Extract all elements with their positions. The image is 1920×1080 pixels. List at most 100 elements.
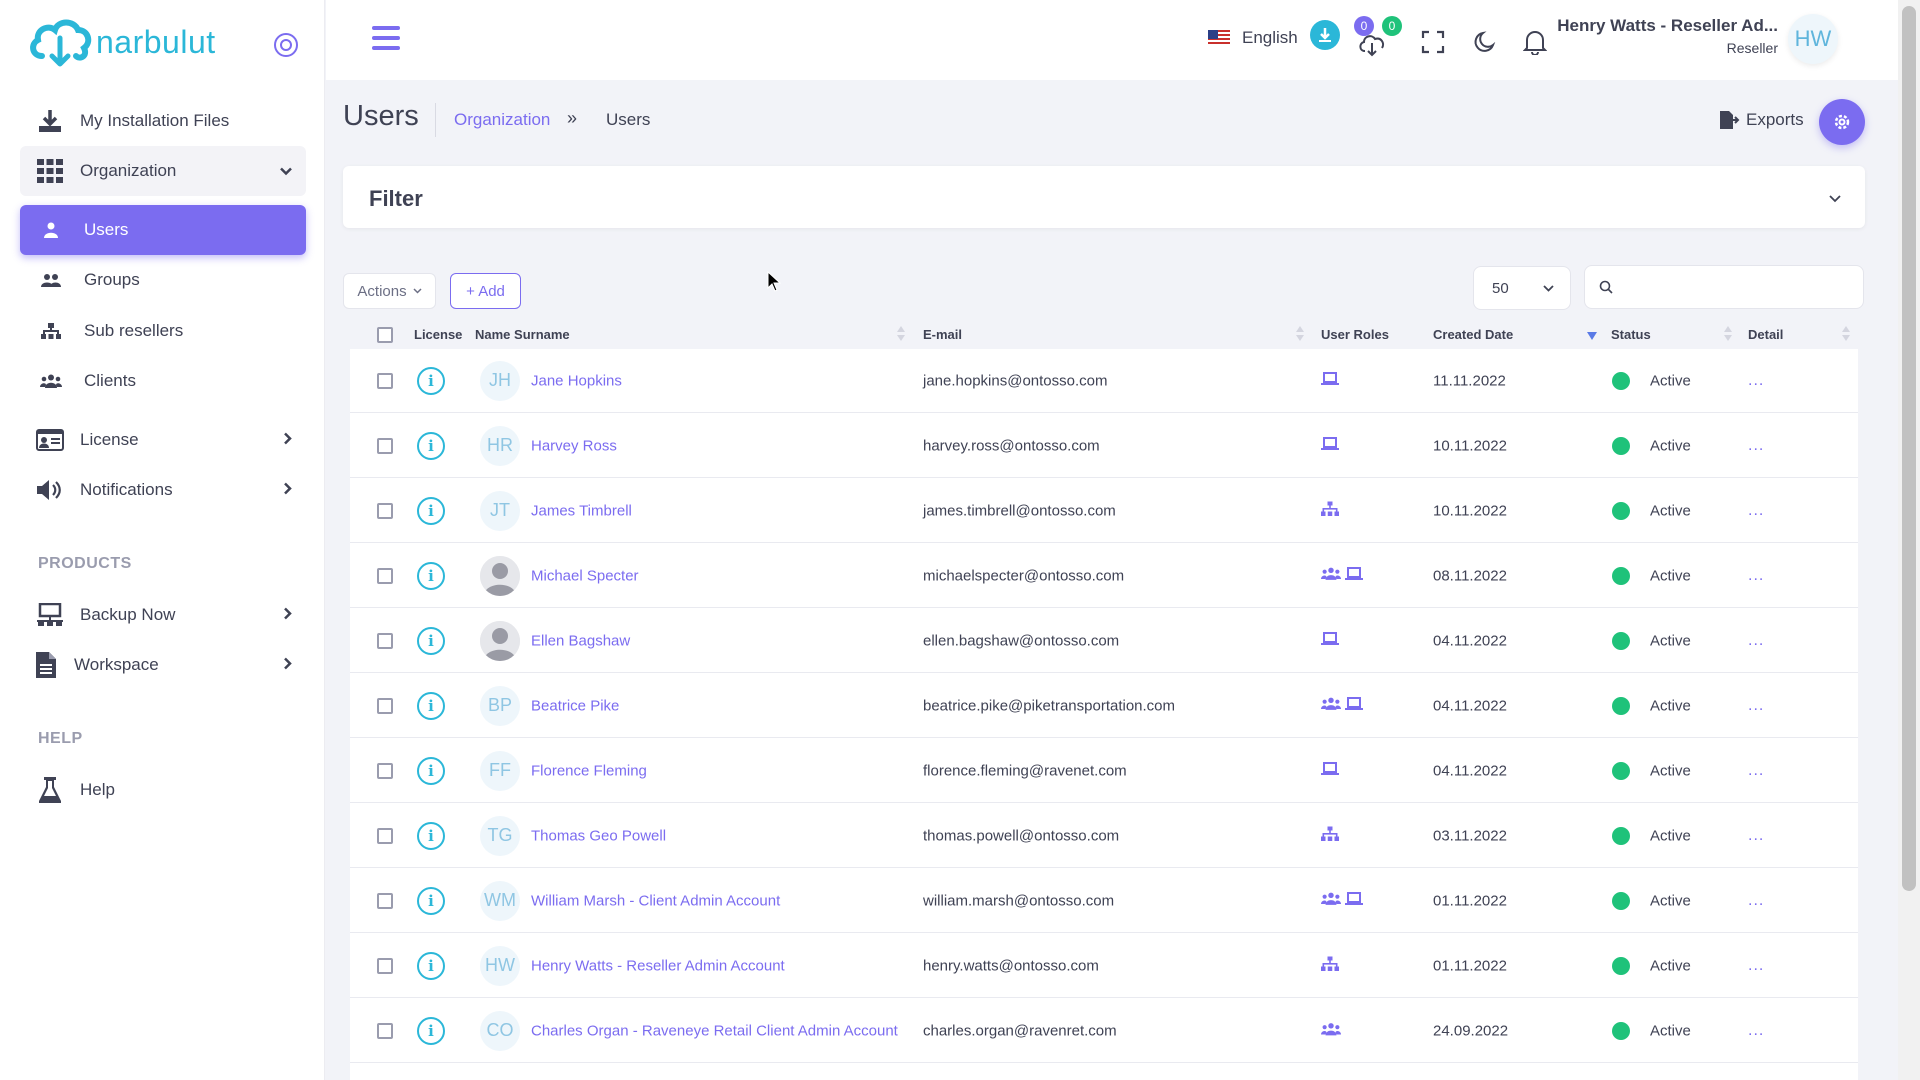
- row-detail-menu[interactable]: ...: [1748, 372, 1764, 390]
- row-checkbox[interactable]: [377, 567, 393, 584]
- column-header-user-roles[interactable]: User Roles: [1321, 327, 1389, 342]
- actions-dropdown[interactable]: Actions: [343, 273, 436, 309]
- license-info-icon[interactable]: i: [417, 366, 445, 395]
- select-all-checkbox[interactable]: [377, 327, 393, 343]
- add-user-button[interactable]: + Add: [450, 273, 521, 309]
- sidebar-item-clients[interactable]: Clients: [20, 356, 306, 406]
- row-detail-menu[interactable]: ...: [1748, 957, 1764, 975]
- column-header-status[interactable]: Status: [1611, 327, 1651, 342]
- license-info-icon[interactable]: i: [417, 886, 445, 915]
- column-header-created-date[interactable]: Created Date: [1433, 327, 1513, 342]
- row-detail-menu[interactable]: ...: [1748, 632, 1764, 650]
- table-row[interactable]: i JT James Timbrell james.timbrell@ontosso.…: [350, 479, 1858, 543]
- column-header-detail[interactable]: Detail: [1748, 327, 1783, 342]
- sidebar-item-sub-resellers[interactable]: Sub resellers: [20, 306, 306, 356]
- table-row[interactable]: i HW Henry Watts - Reseller Admin Account h…: [350, 934, 1858, 998]
- page-size-select[interactable]: 50: [1473, 266, 1571, 310]
- scrollbar-thumb[interactable]: [1902, 6, 1916, 891]
- hamburger-menu-icon[interactable]: [372, 26, 400, 50]
- sort-icon[interactable]: [1841, 324, 1851, 342]
- row-detail-menu[interactable]: ...: [1748, 892, 1764, 910]
- search-input[interactable]: [1621, 278, 1841, 296]
- sort-icon[interactable]: [1295, 324, 1305, 342]
- filter-panel[interactable]: Filter: [343, 166, 1865, 228]
- row-detail-menu[interactable]: ...: [1748, 567, 1764, 585]
- table-row[interactable]: i Ellen Bagshaw ellen.bagshaw@ontosso.com 0…: [350, 609, 1858, 673]
- table-row[interactable]: i TG Thomas Geo Powell thomas.powell@ontoss…: [350, 804, 1858, 868]
- sidebar-item-workspace[interactable]: Workspace: [20, 640, 306, 690]
- sidebar-item-groups[interactable]: Groups: [20, 255, 306, 305]
- column-header-license[interactable]: License: [414, 327, 462, 342]
- license-info-icon[interactable]: i: [417, 626, 445, 655]
- sidebar-item-help[interactable]: Help: [20, 765, 306, 815]
- chevron-down-icon[interactable]: [1829, 190, 1841, 207]
- license-info-icon[interactable]: i: [417, 756, 445, 785]
- sort-icon[interactable]: [896, 324, 906, 342]
- sidebar-item-backup-now[interactable]: Backup Now: [20, 590, 306, 640]
- table-row[interactable]: i JH Jane Hopkins jane.hopkins@ontosso.com 1…: [350, 349, 1858, 413]
- sidebar-item-users[interactable]: Users: [20, 205, 306, 255]
- row-checkbox[interactable]: [377, 502, 393, 519]
- user-name-link[interactable]: Henry Watts - Reseller Admin Account: [531, 957, 785, 974]
- language-selector[interactable]: English: [1208, 28, 1298, 48]
- row-checkbox[interactable]: [377, 1022, 393, 1039]
- row-detail-menu[interactable]: ...: [1748, 437, 1764, 455]
- user-name-link[interactable]: James Timbrell: [531, 502, 632, 519]
- table-row[interactable]: i Michael Specter michaelspecter@ontosso.c…: [350, 544, 1858, 608]
- sidebar-item-installation-files[interactable]: My Installation Files: [20, 96, 306, 146]
- sidebar-toggle-button[interactable]: [274, 33, 298, 57]
- notification-bell-icon[interactable]: [1519, 26, 1551, 58]
- search-box[interactable]: [1584, 265, 1864, 309]
- row-checkbox[interactable]: [377, 892, 393, 909]
- download-icon[interactable]: [1310, 20, 1340, 50]
- row-checkbox[interactable]: [377, 697, 393, 714]
- table-row[interactable]: i WM William Marsh - Client Admin Account w…: [350, 869, 1858, 933]
- license-info-icon[interactable]: i: [417, 431, 445, 460]
- user-name-link[interactable]: Thomas Geo Powell: [531, 827, 666, 844]
- column-header-email[interactable]: E-mail: [923, 327, 962, 342]
- sort-desc-icon[interactable]: [1587, 332, 1597, 340]
- user-menu[interactable]: Henry Watts - Reseller Ad... Reseller: [1557, 16, 1778, 56]
- row-detail-menu[interactable]: ...: [1748, 697, 1764, 715]
- narbulut-logo[interactable]: narbulut: [28, 16, 216, 68]
- sort-icon[interactable]: [1723, 324, 1733, 342]
- row-checkbox[interactable]: [377, 372, 393, 389]
- dark-mode-moon-icon[interactable]: [1469, 26, 1501, 58]
- user-name-link[interactable]: Harvey Ross: [531, 437, 617, 454]
- row-checkbox[interactable]: [377, 762, 393, 779]
- breadcrumb-organization[interactable]: Organization: [454, 110, 550, 130]
- exports-button[interactable]: Exports: [1720, 110, 1804, 130]
- table-row[interactable]: i HR Harvey Ross harvey.ross@ontosso.com 10.…: [350, 414, 1858, 478]
- license-info-icon[interactable]: i: [417, 691, 445, 720]
- table-row[interactable]: i BP Beatrice Pike beatrice.pike@piketransp…: [350, 674, 1858, 738]
- row-detail-menu[interactable]: ...: [1748, 1022, 1764, 1040]
- column-header-name[interactable]: Name Surname: [475, 327, 570, 342]
- license-info-icon[interactable]: i: [417, 561, 445, 590]
- row-checkbox[interactable]: [377, 957, 393, 974]
- table-row[interactable]: i FF Florence Fleming florence.fleming@rave…: [350, 739, 1858, 803]
- license-info-icon[interactable]: i: [417, 951, 445, 980]
- license-info-icon[interactable]: i: [417, 821, 445, 850]
- row-checkbox[interactable]: [377, 827, 393, 844]
- row-detail-menu[interactable]: ...: [1748, 762, 1764, 780]
- user-name-link[interactable]: Charles Organ - Raveneye Retail Client A…: [531, 1022, 898, 1039]
- sidebar-item-license[interactable]: License: [20, 415, 306, 465]
- license-info-icon[interactable]: i: [417, 1016, 445, 1045]
- user-name-link[interactable]: Jane Hopkins: [531, 372, 622, 389]
- user-name-link[interactable]: William Marsh - Client Admin Account: [531, 892, 780, 909]
- row-detail-menu[interactable]: ...: [1748, 502, 1764, 520]
- user-name-link[interactable]: Beatrice Pike: [531, 697, 619, 714]
- settings-button[interactable]: [1819, 99, 1865, 145]
- row-checkbox[interactable]: [377, 632, 393, 649]
- avatar[interactable]: HW: [1788, 14, 1838, 64]
- user-name-link[interactable]: Florence Fleming: [531, 762, 647, 779]
- user-name-link[interactable]: Michael Specter: [531, 567, 639, 584]
- row-checkbox[interactable]: [377, 437, 393, 454]
- row-detail-menu[interactable]: ...: [1748, 827, 1764, 845]
- user-name-link[interactable]: Ellen Bagshaw: [531, 632, 630, 649]
- sidebar-item-organization[interactable]: Organization: [20, 146, 306, 196]
- table-row[interactable]: i CO Charles Organ - Raveneye Retail Clien…: [350, 999, 1858, 1063]
- fullscreen-icon[interactable]: [1417, 26, 1449, 58]
- page-scrollbar[interactable]: [1898, 0, 1920, 1080]
- sidebar-item-notifications[interactable]: Notifications: [20, 465, 306, 515]
